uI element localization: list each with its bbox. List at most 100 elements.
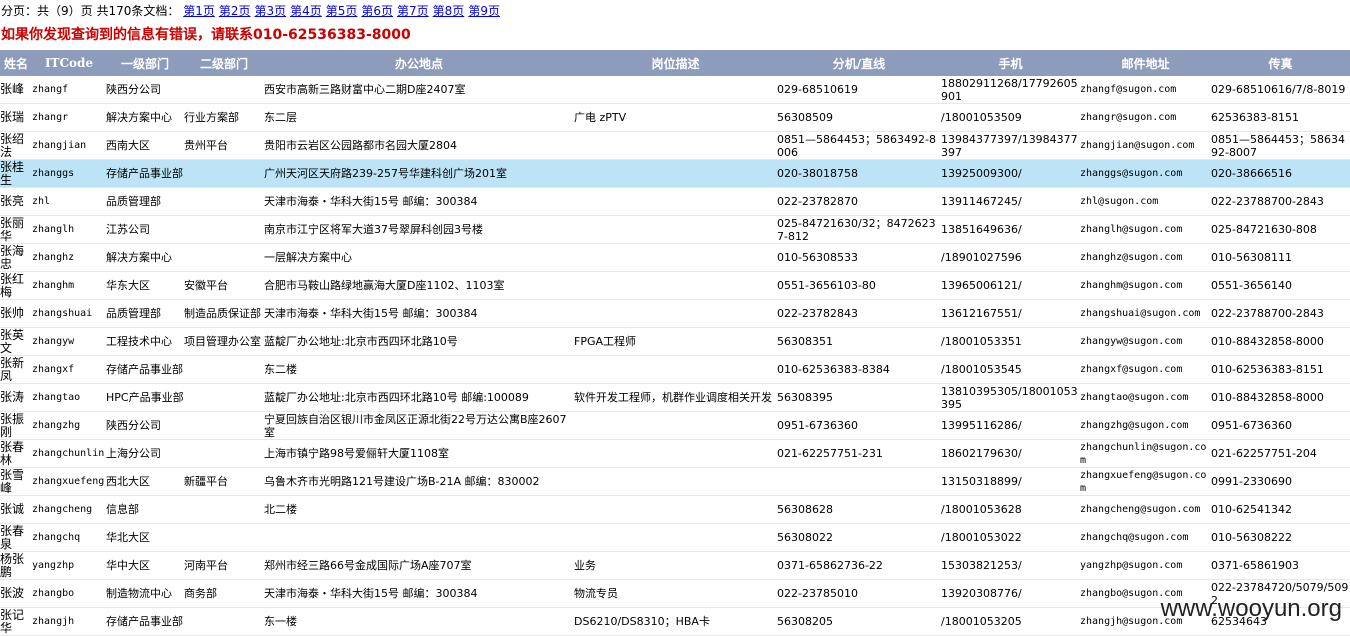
cell-office-address: 宁夏回族自治区银川市金凤区正源北街22号万达公寓B座2607室 xyxy=(264,411,574,440)
cell-job-description xyxy=(574,439,777,468)
cell-office-address: 天津市海泰・华科大街15号 邮编：300384 xyxy=(264,299,574,328)
table-row[interactable]: 张诚 zhangcheng 信息部 北二楼 56308628/18001053628 zh… xyxy=(0,495,1350,524)
cell-fax: 022-23788700-2843 xyxy=(1211,187,1350,216)
page-link-4[interactable]: 第4页 xyxy=(290,4,322,18)
cell-dept-level1: 华北大区 xyxy=(106,523,184,552)
cell-itcode: zhl xyxy=(32,187,106,216)
cell-mobile-phone: /18001053022 xyxy=(941,523,1080,552)
cell-dept-level1: 华东大区 xyxy=(106,271,184,300)
cell-office-address: 广州天河区天府路239-257号华建科创广场201室 xyxy=(264,159,574,188)
cell-itcode: zhangshuai xyxy=(32,299,106,328)
page-link-1[interactable]: 第1页 xyxy=(183,4,215,18)
table-row[interactable]: 张绍法 zhangjian 西南大区 贵州平台 贵阳市云岩区公园路都市名园大厦2804 0… xyxy=(0,131,1350,160)
cell-fax: 0371-65861903 xyxy=(1211,551,1350,580)
page-link-3[interactable]: 第3页 xyxy=(254,4,286,18)
cell-mobile-phone: 13925009300/ xyxy=(941,159,1080,188)
cell-office-address: 郑州市经三路66号金成国际广场A座707室 xyxy=(264,551,574,580)
cell-email: zhangzhg@sugon.com xyxy=(1080,411,1211,440)
cell-email: zhangxuefeng@sugon.com xyxy=(1080,467,1211,496)
cell-name: 张新凤 xyxy=(0,355,32,384)
cell-name: 张波 xyxy=(0,579,32,608)
cell-email: zhangf@sugon.com xyxy=(1080,76,1211,104)
cell-job-description xyxy=(574,131,777,160)
table-row[interactable]: 张瑞 zhangr 解决方案中心 行业方案部 东二层 广电 zPTV 56308509/18… xyxy=(0,103,1350,132)
cell-name: 张涛 xyxy=(0,383,32,412)
cell-job-description xyxy=(574,523,777,552)
cell-itcode: zhangxuefeng xyxy=(32,467,106,496)
cell-mobile-phone: /18001053351 xyxy=(941,327,1080,356)
cell-itcode: zhanghm xyxy=(32,271,106,300)
cell-dept-level2 xyxy=(184,243,264,272)
page-link-6[interactable]: 第6页 xyxy=(361,4,393,18)
cell-mobile-phone: /18001053205 xyxy=(941,607,1080,636)
cell-dept-level2: 安徽平台 xyxy=(184,271,264,300)
cell-dept-level2: 贵州平台 xyxy=(184,131,264,160)
table-row[interactable]: 张振刚 zhangzhg 陕西分公司 宁夏回族自治区银川市金凤区正源北街22号万达公寓… xyxy=(0,411,1350,440)
cell-extension-phone: 021-62257751-231 xyxy=(777,439,941,468)
cell-fax: 029-68510616/7/8-8019 xyxy=(1211,76,1350,104)
cell-dept-level2 xyxy=(184,159,264,188)
cell-name: 张诚 xyxy=(0,495,32,524)
cell-mobile-phone: 15303821253/ xyxy=(941,551,1080,580)
table-row[interactable]: 张海忠 zhanghz 解决方案中心 一层解决方案中心 010-56308533/189… xyxy=(0,243,1350,272)
cell-extension-phone: 022-23782843 xyxy=(777,299,941,328)
table-row[interactable]: 张春泉 zhangchq 华北大区 56308022/18001053022 zhang… xyxy=(0,523,1350,552)
cell-dept-level1: 西南大区 xyxy=(106,131,184,160)
table-row[interactable]: 张英文 zhangyw 工程技术中心 项目管理办公室 蓝靛厂办公地址:北京市西四环北路1… xyxy=(0,327,1350,356)
cell-name: 张丽华 xyxy=(0,215,32,244)
cell-office-address: 乌鲁木齐市光明路121号建设广场B-21A 邮编：830002 xyxy=(264,467,574,496)
cell-itcode: zhangf xyxy=(32,76,106,104)
page-link-8[interactable]: 第8页 xyxy=(433,4,465,18)
column-header-dept-level2: 二级部门 xyxy=(184,50,264,76)
cell-office-address: 天津市海泰・华科大街15号 邮编：300384 xyxy=(264,579,574,608)
page-link-2[interactable]: 第2页 xyxy=(219,4,251,18)
table-row[interactable]: 张峰 zhangf 陕西分公司 西安市高新三路财富中心二期D座2407室 029-685… xyxy=(0,76,1350,104)
watermark: www.wooyun.org xyxy=(1160,595,1342,622)
page-links: 第1页 第2页 第3页 第4页 第5页 第6页 第7页 第8页 第9页 xyxy=(183,4,504,18)
cell-dept-level2: 项目管理办公室 xyxy=(184,327,264,356)
cell-itcode: zhangjh xyxy=(32,607,106,636)
table-row[interactable]: 张新凤 zhangxf 存储产品事业部 东二楼 010-62536383-8384/18… xyxy=(0,355,1350,384)
cell-dept-level1: 陕西分公司 xyxy=(106,76,184,104)
cell-job-description xyxy=(574,411,777,440)
cell-mobile-phone: 18602179630/ xyxy=(941,439,1080,468)
cell-email: zhanglh@sugon.com xyxy=(1080,215,1211,244)
table-row[interactable]: 张桂生 zhanggs 存储产品事业部 广州天河区天府路239-257号华建科创广场2… xyxy=(0,159,1350,188)
page-link-7[interactable]: 第7页 xyxy=(397,4,429,18)
cell-email: zhangtao@sugon.com xyxy=(1080,383,1211,412)
cell-dept-level1: 解决方案中心 xyxy=(106,103,184,132)
cell-email: zhangcheng@sugon.com xyxy=(1080,495,1211,524)
table-row[interactable]: 张雪峰 zhangxuefeng 西北大区 新疆平台 乌鲁木齐市光明路121号建设广场B… xyxy=(0,467,1350,496)
cell-dept-level2: 商务部 xyxy=(184,579,264,608)
table-row[interactable]: 张帅 zhangshuai 品质管理部 制造品质保证部 天津市海泰・华科大街15号 邮编… xyxy=(0,299,1350,328)
cell-extension-phone: 010-62536383-8384 xyxy=(777,355,941,384)
page-link-5[interactable]: 第5页 xyxy=(326,4,358,18)
table-row[interactable]: 张涛 zhangtao HPC产品事业部 蓝靛厂办公地址:北京市西四环北路10号 邮编… xyxy=(0,383,1350,412)
cell-office-address: 一层解决方案中心 xyxy=(264,243,574,272)
cell-mobile-phone: 13965006121/ xyxy=(941,271,1080,300)
cell-fax: 010-88432858-8000 xyxy=(1211,327,1350,356)
table-row[interactable]: 张红梅 zhanghm 华东大区 安徽平台 合肥市马鞍山路绿地赢海大厦D座1102、11… xyxy=(0,271,1350,300)
cell-dept-level1: 解决方案中心 xyxy=(106,243,184,272)
cell-itcode: zhangzhg xyxy=(32,411,106,440)
cell-email: zhangshuai@sugon.com xyxy=(1080,299,1211,328)
pagination-bar: 分页：共（9）页 共170条文档： 第1页 第2页 第3页 第4页 第5页 第6页 第7页第… xyxy=(0,0,1350,22)
cell-email: zhanggs@sugon.com xyxy=(1080,159,1211,188)
cell-itcode: yangzhp xyxy=(32,551,106,580)
cell-name: 张海忠 xyxy=(0,243,32,272)
directory-table: 姓名 ITCode 一级部门 二级部门 办公地点 岗位描述 分机/直线 手机 邮件地址 传真 张峰… xyxy=(0,50,1350,636)
table-row[interactable]: 张亮 zhl 品质管理部 天津市海泰・华科大街15号 邮编：300384 022-237… xyxy=(0,187,1350,216)
table-row[interactable]: 张丽华 zhanglh 江苏公司 南京市江宁区将军大道37号翠屏科创园3号楼 025-8… xyxy=(0,215,1350,244)
table-row[interactable]: 张记华 zhangjh 存储产品事业部 东一楼 DS6210/DS8310；HBA卡 56… xyxy=(0,607,1350,636)
table-row[interactable]: 杨张鹏 yangzhp 华中大区 河南平台 郑州市经三路66号金成国际广场A座707室业… xyxy=(0,551,1350,580)
cell-fax: 010-62536383-8151 xyxy=(1211,355,1350,384)
cell-job-description xyxy=(574,187,777,216)
cell-email: zhl@sugon.com xyxy=(1080,187,1211,216)
table-row[interactable]: 张春林 zhangchunlin 上海分公司 上海市镇宁路98号爱俪轩大厦1108室 0… xyxy=(0,439,1350,468)
cell-extension-phone: 022-23782870 xyxy=(777,187,941,216)
table-row[interactable]: 张波 zhangbo 制造物流中心 商务部 天津市海泰・华科大街15号 邮编：30038… xyxy=(0,579,1350,608)
cell-itcode: zhanghz xyxy=(32,243,106,272)
page-link-9[interactable]: 第9页 xyxy=(468,4,500,18)
cell-dept-level2: 制造品质保证部 xyxy=(184,299,264,328)
cell-email: zhangyw@sugon.com xyxy=(1080,327,1211,356)
